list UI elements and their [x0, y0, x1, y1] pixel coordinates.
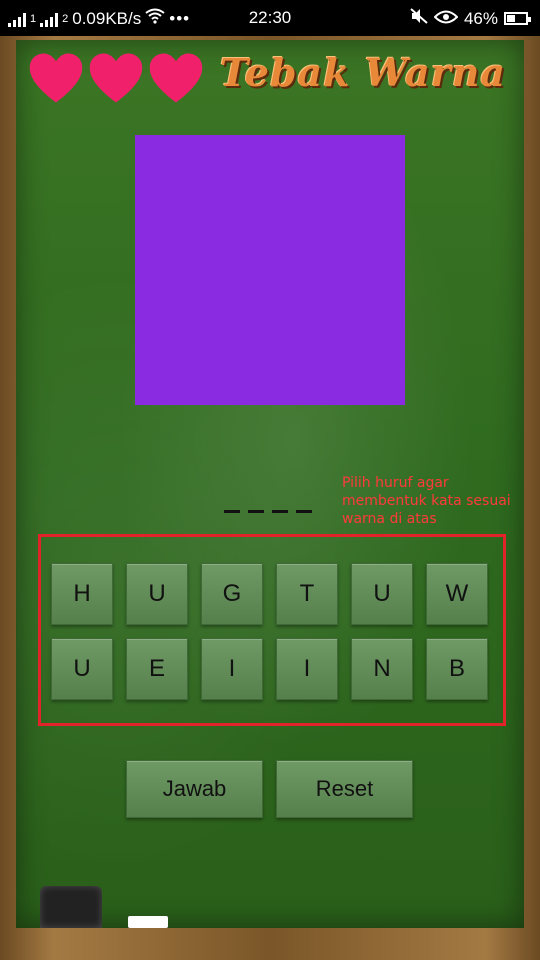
heart-icon	[149, 53, 203, 103]
answer-slot	[296, 510, 312, 513]
battery-fill	[507, 15, 516, 22]
hint-text: Pilih huruf agar membentuk kata sesuai w…	[342, 475, 511, 527]
chalk-icon	[128, 916, 168, 928]
letter-panel: HUGTUWUEIINB	[38, 534, 506, 726]
answer-slots	[224, 510, 312, 513]
answer-slot	[272, 510, 288, 513]
answer-slot	[224, 510, 240, 513]
answer-slot	[248, 510, 264, 513]
battery-percent: 46%	[463, 8, 498, 28]
letter-tile[interactable]: H	[51, 563, 113, 625]
mute-icon	[410, 8, 428, 29]
eraser-icon	[40, 886, 102, 928]
game-title: Tebak Warna	[219, 50, 506, 95]
heart-icon	[89, 53, 143, 103]
lives	[28, 50, 204, 106]
status-bar: 1 2 0.09KB/s ••• 22:30 46%	[0, 0, 540, 36]
letter-tile[interactable]: U	[126, 563, 188, 625]
letter-tile[interactable]: G	[201, 563, 263, 625]
letter-tile[interactable]: T	[276, 563, 338, 625]
eye-icon	[433, 9, 459, 29]
letter-tile[interactable]: W	[426, 563, 488, 625]
action-buttons: Jawab Reset	[126, 760, 413, 818]
answer-button[interactable]: Jawab	[126, 760, 263, 818]
letter-tile[interactable]: I	[276, 638, 338, 700]
target-color-swatch	[135, 135, 405, 405]
heart-icon	[29, 53, 83, 103]
letter-grid: HUGTUWUEIINB	[51, 563, 488, 700]
letter-tile[interactable]: B	[426, 638, 488, 700]
letter-tile[interactable]: U	[51, 638, 113, 700]
chalkboard: Tebak Warna Pilih huruf agar membentuk k…	[16, 40, 524, 928]
battery-icon	[504, 12, 531, 25]
status-right: 46%	[410, 8, 531, 29]
wooden-frame: Tebak Warna Pilih huruf agar membentuk k…	[0, 36, 540, 960]
reset-button[interactable]: Reset	[276, 760, 413, 818]
letter-tile[interactable]: U	[351, 563, 413, 625]
letter-tile[interactable]: N	[351, 638, 413, 700]
letter-tile[interactable]: I	[201, 638, 263, 700]
letter-tile[interactable]: E	[126, 638, 188, 700]
